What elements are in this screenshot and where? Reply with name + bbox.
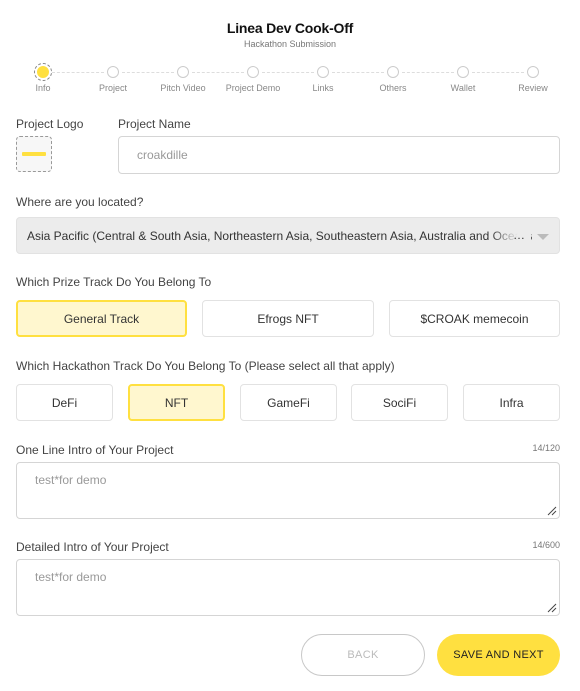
step-dot [37,66,49,78]
step-project-demo[interactable]: Project Demo [223,63,283,93]
track-option-socifi[interactable]: SociFi [351,384,448,421]
step-dot [247,66,259,78]
prize-track-label: Which Prize Track Do You Belong To [16,275,212,289]
step-label: Review [518,83,548,93]
option-label: Efrogs NFT [257,311,319,326]
one-line-intro-textarea[interactable]: test*for demo [16,462,560,519]
step-label: Wallet [450,83,476,93]
project-logo-upload[interactable] [16,136,52,172]
prize-option-general-track[interactable]: General Track [16,300,187,337]
option-label: NFT [164,395,189,410]
option-label: Infra [499,395,524,410]
hackathon-track-label: Which Hackathon Track Do You Belong To (… [16,359,395,373]
page-subtitle: Hackathon Submission [243,39,337,49]
step-indicator-active [34,63,52,81]
step-dot [317,66,329,78]
option-label: DeFi [51,395,78,410]
step-dot [107,66,119,78]
track-option-nft[interactable]: NFT [128,384,225,421]
one-line-intro-value: test*for demo [35,473,107,487]
track-option-infra[interactable]: Infra [463,384,560,421]
page-header: Linea Dev Cook-Off Hackathon Submission [0,20,580,49]
project-logo-label: Project Logo [16,117,84,131]
step-dot [527,66,539,78]
back-button[interactable]: BACK [301,634,425,676]
project-name-value: croakdille [137,148,188,162]
project-name-label: Project Name [118,117,191,131]
page-title: Linea Dev Cook-Off [226,20,354,36]
location-label: Where are you located? [16,195,144,209]
step-label: Project Demo [225,83,281,93]
resize-grip-icon[interactable] [547,603,557,613]
detailed-intro-textarea[interactable]: test*for demo [16,559,560,616]
step-wallet[interactable]: Wallet [433,63,493,93]
track-option-gamefi[interactable]: GameFi [240,384,337,421]
step-review[interactable]: Review [503,63,563,93]
step-links[interactable]: Links [293,63,353,93]
track-option-defi[interactable]: DeFi [16,384,113,421]
location-select[interactable]: Asia Pacific (Central & South Asia, Nort… [16,217,560,254]
step-label: Links [312,83,334,93]
location-selected-value: Asia Pacific (Central & South Asia, Nort… [27,228,532,243]
progress-stepper: Info Project Pitch Video Project Demo Li… [0,63,580,99]
step-pitch-video[interactable]: Pitch Video [153,63,213,93]
resize-grip-icon[interactable] [547,506,557,516]
prize-option-efrogs-nft[interactable]: Efrogs NFT [202,300,374,337]
save-and-next-button[interactable]: SAVE AND NEXT [437,634,560,676]
detailed-intro-value: test*for demo [35,570,107,584]
detailed-intro-label: Detailed Intro of Your Project [16,540,169,554]
step-dot [387,66,399,78]
chevron-down-icon [537,234,549,240]
project-name-input[interactable]: croakdille [118,136,560,174]
prize-option-croak-memecoin[interactable]: $CROAK memecoin [389,300,560,337]
step-project[interactable]: Project [83,63,143,93]
option-label: SociFi [382,395,417,410]
step-dot [177,66,189,78]
one-line-intro-counter: 14/120 [532,443,560,453]
one-line-intro-label: One Line Intro of Your Project [16,443,174,457]
option-label: GameFi [267,395,310,410]
step-info[interactable]: Info [13,63,73,93]
step-others[interactable]: Others [363,63,423,93]
step-label: Project [98,83,127,93]
option-label: General Track [63,311,140,326]
logo-thumbnail-icon [22,152,46,156]
step-label: Pitch Video [160,83,206,93]
select-ellipsis: … [513,228,525,242]
step-label: Others [379,83,407,93]
detailed-intro-counter: 14/600 [532,540,560,550]
step-label: Info [35,83,51,93]
option-label: $CROAK memecoin [420,311,529,326]
step-dot [457,66,469,78]
